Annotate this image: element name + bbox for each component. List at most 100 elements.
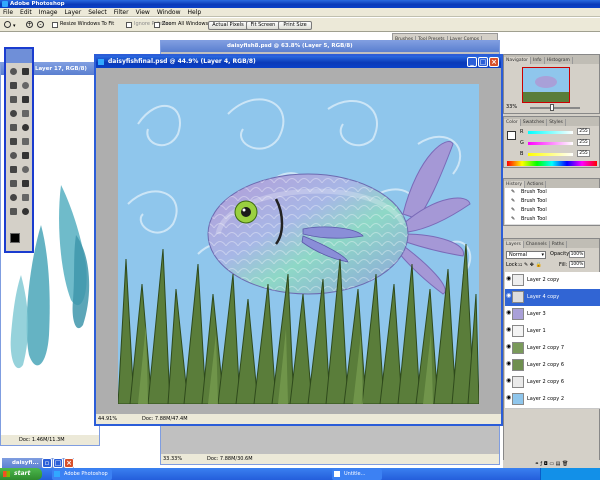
lock-icons[interactable]: ▫ ✎ ✥ 🔒 — [519, 262, 542, 268]
options-bar: ▾ + - Resize Windows To Fit Ignore Palet… — [0, 18, 600, 32]
blend-mode-value: Normal — [509, 252, 528, 258]
maximize-button[interactable]: □ — [478, 57, 488, 67]
menu-view[interactable]: View — [136, 8, 150, 17]
menu-help[interactable]: Help — [188, 8, 202, 17]
history-item[interactable]: ✎ Brush Tool — [505, 215, 600, 225]
tab-swatches[interactable]: Swatches — [521, 119, 548, 126]
resize-windows-checkbox[interactable] — [52, 22, 58, 28]
trash-icon[interactable]: 🗑 — [562, 461, 568, 467]
eyedropper-tool-icon[interactable] — [21, 193, 30, 202]
crop-tool-icon[interactable] — [9, 95, 18, 104]
zoom-out-icon[interactable]: - — [37, 21, 44, 28]
back-document-statusbar: Doc: 1.46M/11.3M — [1, 435, 99, 445]
layer-row[interactable]: ◉ Layer 2 copy 6 — [505, 357, 600, 375]
minimized-close-button[interactable]: × — [64, 458, 74, 468]
type-tool-icon[interactable] — [21, 165, 30, 174]
tab-actions[interactable]: Actions — [525, 181, 547, 188]
dodge-glyph — [22, 152, 29, 159]
layer-row[interactable]: ◉ Layer 2 copy — [505, 272, 600, 290]
brush-tool-icon[interactable] — [21, 109, 30, 118]
move-tool-icon[interactable] — [9, 67, 18, 76]
gradient-tool-icon[interactable] — [21, 137, 30, 146]
color-spectrum-bar[interactable] — [507, 161, 597, 166]
color-g-value[interactable]: 255 — [577, 139, 590, 146]
zoom-in-icon[interactable]: + — [26, 21, 33, 28]
marquee-tool-icon[interactable] — [21, 67, 30, 76]
foreground-color-swatch[interactable] — [10, 233, 20, 243]
minimize-button[interactable]: _ — [467, 57, 477, 67]
layer-row[interactable]: ◉ Layer 4 copy — [505, 289, 600, 307]
tab-layers[interactable]: Layers — [504, 241, 524, 248]
color-b-value[interactable]: 255 — [577, 150, 590, 157]
menu-window[interactable]: Window — [157, 8, 181, 17]
layer-row[interactable]: ◉ Layer 2 copy 7 — [505, 340, 600, 358]
opacity-value[interactable]: 100% — [569, 251, 585, 258]
teal-leaf-4 — [72, 235, 90, 329]
fit-screen-button[interactable]: Fit Screen — [246, 21, 280, 30]
navigator-zoom-slider[interactable] — [530, 107, 580, 109]
zoom-all-windows-checkbox[interactable] — [154, 22, 160, 28]
navigator-preview[interactable] — [522, 67, 570, 103]
print-size-button[interactable]: Print Size — [278, 21, 312, 30]
blend-mode-select[interactable]: Normal ▾ — [506, 251, 546, 259]
navigator-zoom-value[interactable]: 33% — [506, 104, 517, 110]
menu-file[interactable]: File — [3, 8, 13, 17]
eraser-tool-icon[interactable] — [9, 137, 18, 146]
minimized-maximize-button[interactable]: □ — [53, 458, 63, 468]
minimized-restore-button[interactable]: ▫ — [42, 458, 52, 468]
taskbar-item-photoshop[interactable]: Adobe Photoshop — [52, 469, 112, 480]
tab-histogram[interactable]: Histogram — [545, 57, 573, 64]
zoom-tool-icon[interactable] — [4, 21, 11, 28]
hand-tool-icon[interactable] — [9, 207, 18, 216]
menu-edit[interactable]: Edit — [20, 8, 32, 17]
layer-row[interactable]: ◉ Layer 2 copy 6 — [505, 374, 600, 392]
color-g-slider[interactable] — [528, 142, 573, 145]
layer-row[interactable]: ◉ Layer 2 copy 2 — [505, 391, 600, 409]
close-button[interactable]: × — [489, 57, 499, 67]
shape-tool-icon[interactable] — [21, 179, 30, 188]
tab-paths[interactable]: Paths — [550, 241, 567, 248]
layer-row[interactable]: ◉ Layer 1 — [505, 323, 600, 341]
main-document-zoom[interactable]: 44.91% — [98, 414, 117, 424]
tab-history[interactable]: History — [504, 181, 526, 188]
path-select-tool-icon[interactable] — [9, 165, 18, 174]
mid-document-zoom[interactable]: 33.33% — [163, 454, 182, 464]
menu-image[interactable]: Image — [39, 8, 58, 17]
history-item-label: Brush Tool — [521, 189, 547, 195]
start-button[interactable]: start — [0, 468, 42, 480]
color-b-slider[interactable] — [528, 153, 573, 156]
menu-filter[interactable]: Filter — [114, 8, 129, 17]
tool-preset-arrow-icon[interactable]: ▾ — [13, 23, 16, 29]
toolbox-header[interactable] — [6, 49, 32, 63]
zoom-tool-icon[interactable] — [21, 207, 30, 216]
notes-tool-icon[interactable] — [9, 193, 18, 202]
tab-styles[interactable]: Styles — [547, 119, 566, 126]
pen-tool-icon[interactable] — [9, 179, 18, 188]
navigator-zoom-thumb[interactable] — [550, 104, 554, 111]
color-fg-swatch[interactable] — [507, 131, 516, 140]
color-r-value[interactable]: 255 — [577, 128, 590, 135]
fill-value[interactable]: 100% — [569, 261, 585, 268]
lasso-tool-icon[interactable] — [9, 81, 18, 90]
tab-navigator[interactable]: Navigator — [504, 57, 532, 64]
actual-pixels-button[interactable]: Actual Pixels — [208, 21, 248, 30]
magic-wand-tool-icon[interactable] — [21, 81, 30, 90]
tab-channels[interactable]: Channels — [524, 241, 550, 248]
ignore-palettes-checkbox[interactable] — [126, 22, 132, 28]
zoom-glyph — [22, 208, 29, 215]
slice-tool-icon[interactable] — [21, 95, 30, 104]
stamp-tool-icon[interactable] — [9, 123, 18, 132]
dodge-tool-icon[interactable] — [21, 151, 30, 160]
tab-color[interactable]: Color — [504, 119, 521, 126]
color-r-slider[interactable] — [528, 131, 573, 134]
taskbar-item-untitled[interactable]: Untitle... — [332, 469, 382, 480]
layer-row[interactable]: ◉ Layer 3 — [505, 306, 600, 324]
healing-tool-icon[interactable] — [9, 109, 18, 118]
history-brush-tool-icon[interactable] — [21, 123, 30, 132]
blur-tool-icon[interactable] — [9, 151, 18, 160]
mid-document-titlebar[interactable]: daisyfish8.psd @ 63.8% (Layer 5, RGB/8) — [161, 41, 499, 52]
menu-select[interactable]: Select — [88, 8, 107, 17]
menu-layer[interactable]: Layer — [64, 8, 81, 17]
main-document-titlebar[interactable]: daisyfishfinal.psd @ 44.9% (Layer 4, RGB… — [96, 56, 501, 68]
tab-info[interactable]: Info — [531, 57, 545, 64]
